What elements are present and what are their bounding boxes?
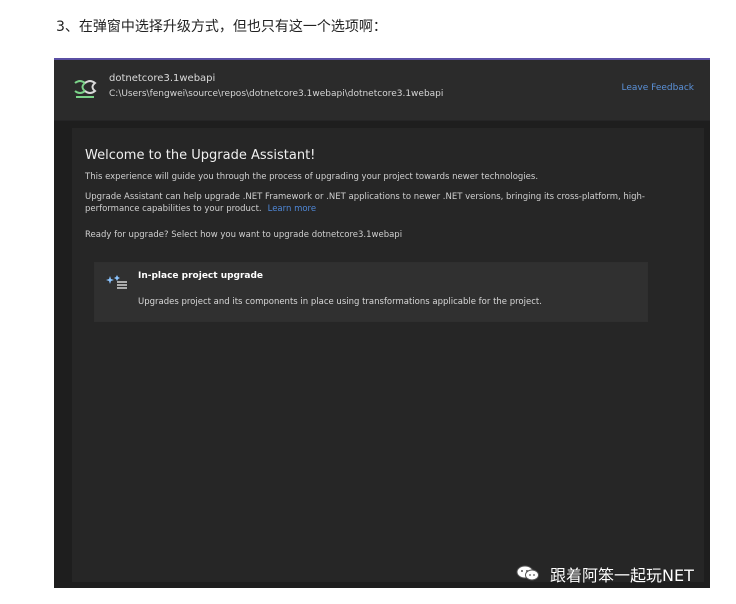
capability-description-text: performance capabilities to your product… (85, 204, 262, 214)
project-path: C:\Users\fengwei\source\repos\dotnetcore… (109, 89, 444, 99)
intro-description: This experience will guide you through t… (85, 172, 539, 182)
capability-description-line-1: Upgrade Assistant can help upgrade .NET … (85, 192, 645, 202)
upgrade-assistant-screenshot: dotnetcore3.1webapi C:\Users\fengwei\sou… (54, 58, 710, 588)
project-header: dotnetcore3.1webapi C:\Users\fengwei\sou… (54, 60, 710, 121)
article-page: 3、在弹窗中选择升级方式，但也只有这一个选项啊： dotnetcore3.1we… (0, 0, 736, 604)
learn-more-link[interactable]: Learn more (268, 204, 316, 214)
upgrade-assistant-body: Welcome to the Upgrade Assistant! This e… (54, 122, 710, 588)
project-name: dotnetcore3.1webapi (109, 73, 216, 84)
project-icon (72, 77, 98, 103)
watermark: 跟着阿笨一起玩NET (516, 561, 716, 585)
watermark-text: 跟着阿笨一起玩NET (550, 566, 694, 585)
in-place-upgrade-option[interactable]: In-place project upgrade Upgrades projec… (94, 262, 648, 322)
capability-description-line-2: performance capabilities to your product… (85, 204, 316, 214)
wechat-icon (516, 564, 540, 582)
sparkle-list-icon (105, 273, 129, 291)
ready-prompt: Ready for upgrade? Select how you want t… (85, 230, 403, 240)
step-caption: 3、在弹窗中选择升级方式，但也只有这一个选项啊： (56, 19, 387, 35)
option-description: Upgrades project and its components in p… (138, 297, 542, 307)
leave-feedback-link[interactable]: Leave Feedback (622, 83, 695, 93)
welcome-panel: Welcome to the Upgrade Assistant! This e… (72, 128, 704, 582)
welcome-title: Welcome to the Upgrade Assistant! (85, 148, 316, 163)
option-title: In-place project upgrade (138, 271, 264, 281)
